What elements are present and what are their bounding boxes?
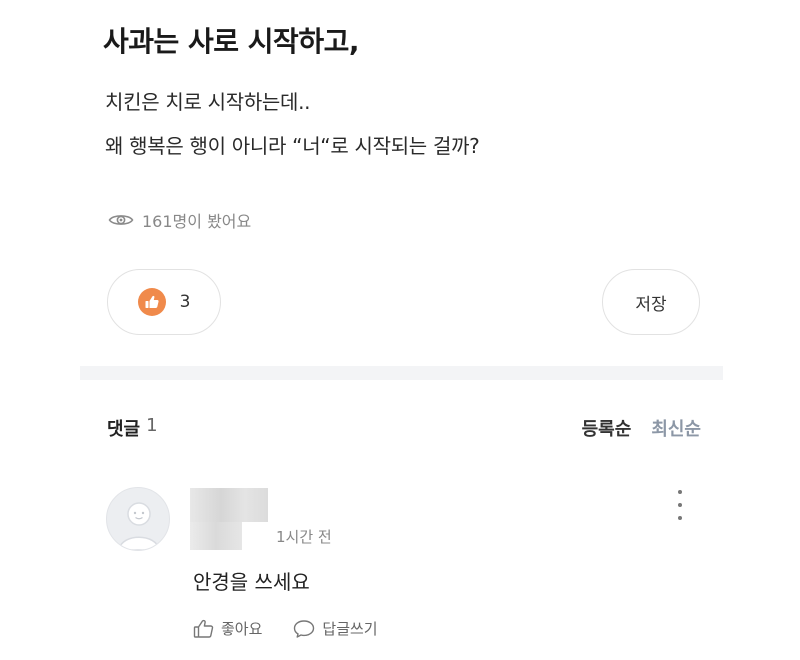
comment-reply-label: 답글쓰기 <box>322 620 378 638</box>
post-body-line-2: 왜 행복은 행이 아니라 “너“로 시작되는 걸까? <box>105 134 480 158</box>
thumbs-up-icon <box>193 619 214 638</box>
speech-bubble-icon <box>294 619 315 638</box>
author-meta-redacted <box>190 522 242 550</box>
comment-text: 안경을 쓰세요 <box>193 570 310 594</box>
post-body: 치킨은 치로 시작하는데.. 왜 행복은 행이 아니라 “너“로 시작되는 걸까… <box>105 80 480 168</box>
post-body-line-1: 치킨은 치로 시작하는데.. <box>105 90 311 114</box>
sort-latest-button[interactable]: 최신순 <box>651 415 701 441</box>
view-count: 161명이 봤어요 <box>108 208 251 232</box>
eye-icon <box>108 215 134 225</box>
view-count-text: 161명이 봤어요 <box>142 212 252 231</box>
comments-count: 1 <box>146 415 158 436</box>
avatar-placeholder-icon <box>118 502 160 550</box>
comment-actions: 좋아요 답글쓰기 <box>193 618 378 639</box>
comments-header: 댓글 1 <box>107 415 158 441</box>
post-title: 사과는 사로 시작하고, <box>103 25 359 58</box>
section-divider <box>80 366 723 380</box>
comment-reply-button[interactable]: 답글쓰기 <box>292 618 378 639</box>
author-name-redacted <box>190 488 268 522</box>
sort-registered-button[interactable]: 등록순 <box>582 415 632 441</box>
like-count: 3 <box>179 292 191 312</box>
avatar[interactable] <box>106 487 170 551</box>
comments-label: 댓글 <box>107 419 141 440</box>
more-vertical-icon[interactable] <box>672 488 688 522</box>
sort-options: 등록순 최신순 <box>582 415 701 441</box>
comment-time: 1시간 전 <box>276 528 332 546</box>
comment-like-label: 좋아요 <box>221 620 263 638</box>
save-button[interactable]: 저장 <box>602 269 700 335</box>
like-button[interactable]: 3 <box>107 269 221 335</box>
comment-like-button[interactable]: 좋아요 <box>193 618 262 639</box>
thumbs-up-icon <box>137 288 166 316</box>
